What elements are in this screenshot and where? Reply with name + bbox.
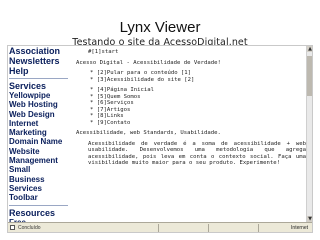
sidebar-link-services[interactable]: Services	[8, 184, 74, 193]
status-divider	[208, 224, 209, 232]
sidebar-link-association[interactable]: Association	[8, 46, 74, 56]
sidebar-heading-resources: Resources	[9, 207, 56, 218]
page-icon	[10, 225, 15, 230]
sidebar-link-yellowpipe[interactable]: Yellowpipe	[8, 91, 74, 100]
sidebar-divider	[9, 78, 68, 79]
security-zone: Internet	[291, 225, 308, 231]
sidebar-link-web-hosting[interactable]: Web Hosting	[8, 100, 74, 109]
browser-screenshot: Association Newsletters Help Services Ye…	[7, 45, 313, 233]
lynx-text-view: #[1]start Acesso Digital - Acessibilidad…	[76, 46, 308, 222]
sidebar-link-business[interactable]: Business	[8, 175, 74, 184]
intro-paragraph: Acessibilidade de verdade é a soma de ac…	[88, 140, 306, 167]
sidebar-link-management[interactable]: Management	[8, 156, 74, 165]
sidebar-link-internet[interactable]: Internet	[8, 119, 74, 128]
sidebar-link-marketing[interactable]: Marketing	[8, 128, 74, 137]
sidebar-link-toolbar[interactable]: Toolbar	[8, 193, 74, 202]
slide-title: Lynx Viewer	[119, 19, 201, 36]
sidebar: Association Newsletters Help Services Ye…	[8, 46, 74, 232]
status-bar: Concluído Internet	[8, 222, 312, 232]
sidebar-link-newsletters[interactable]: Newsletters	[8, 56, 74, 66]
status-divider	[158, 224, 159, 232]
sidebar-link-small[interactable]: Small	[8, 165, 74, 174]
sidebar-heading-services: Services	[9, 81, 47, 91]
sidebar-link-website[interactable]: Website	[8, 147, 74, 156]
sidebar-divider	[9, 204, 68, 206]
sidebar-link-domain-name[interactable]: Domain Name	[8, 137, 74, 146]
vertical-scrollbar[interactable]: ▲ ▼	[306, 46, 312, 222]
status-divider	[258, 224, 259, 232]
sidebar-link-help[interactable]: Help	[8, 66, 74, 76]
status-text: Concluído	[18, 225, 41, 231]
scroll-up-arrow-icon[interactable]: ▲	[307, 46, 312, 52]
sidebar-link-web-design[interactable]: Web Design	[8, 110, 74, 119]
scroll-thumb[interactable]	[307, 56, 312, 96]
